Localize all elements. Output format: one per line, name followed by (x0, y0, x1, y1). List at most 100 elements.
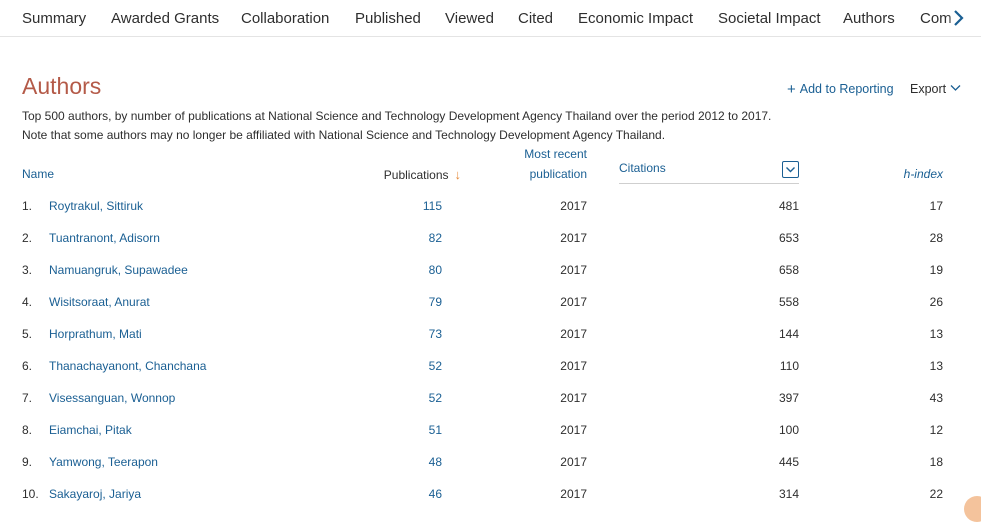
h-index-value: 28 (929, 231, 943, 245)
row-rank: 1. (22, 199, 33, 213)
citations-value: 144 (778, 327, 799, 341)
table-row: 3. Namuangruk, Supawadee 80 2017 658 19 (0, 263, 981, 295)
most-recent-year: 2017 (560, 263, 587, 277)
table-row: 7. Visessanguan, Wonnop 52 2017 397 43 (0, 391, 981, 423)
h-index-value: 43 (929, 391, 943, 405)
column-header-most-recent-line-2[interactable]: publication (530, 167, 587, 181)
tab-viewed[interactable]: Viewed (445, 10, 494, 28)
most-recent-year: 2017 (560, 455, 587, 469)
most-recent-year: 2017 (560, 295, 587, 309)
export-button[interactable]: Export (910, 81, 961, 97)
citations-value: 653 (778, 231, 799, 245)
table-row: 1. Roytrakul, Sittiruk 115 2017 481 17 (0, 199, 981, 231)
table-row: 6. Thanachayanont, Chanchana 52 2017 110… (0, 359, 981, 391)
chevron-down-icon (950, 82, 961, 96)
h-index-value: 18 (929, 455, 943, 469)
citations-value: 397 (778, 391, 799, 405)
citations-value: 481 (778, 199, 799, 213)
table-row: 9. Yamwong, Teerapon 48 2017 445 18 (0, 455, 981, 487)
row-rank: 4. (22, 295, 33, 309)
publications-count-link[interactable]: 51 (429, 423, 442, 437)
row-rank: 9. (22, 455, 33, 469)
tab-collaboration[interactable]: Collaboration (241, 10, 329, 28)
citations-value: 314 (778, 487, 799, 501)
author-name-link[interactable]: Yamwong, Teerapon (49, 455, 158, 469)
table-row: 10. Sakayaroj, Jariya 46 2017 314 22 (0, 487, 981, 519)
row-rank: 5. (22, 327, 33, 341)
h-index-value: 26 (929, 295, 943, 309)
h-index-value: 19 (929, 263, 943, 277)
row-rank: 7. (22, 391, 33, 405)
row-rank: 2. (22, 231, 33, 245)
author-name-link[interactable]: Roytrakul, Sittiruk (49, 199, 143, 213)
author-name-link[interactable]: Wisitsoraat, Anurat (49, 295, 150, 309)
table-row: 8. Eiamchai, Pitak 51 2017 100 12 (0, 423, 981, 455)
citations-value: 558 (778, 295, 799, 309)
publications-count-link[interactable]: 73 (429, 327, 442, 341)
h-index-value: 17 (929, 199, 943, 213)
column-header-h-index[interactable]: h-index (904, 167, 943, 181)
publications-count-link[interactable]: 46 (429, 487, 442, 501)
h-index-value: 13 (929, 359, 943, 373)
author-name-link[interactable]: Horprathum, Mati (49, 327, 142, 341)
page-title: Authors (22, 73, 102, 99)
row-rank: 6. (22, 359, 33, 373)
sort-descending-icon: ↓ (454, 167, 462, 182)
most-recent-year: 2017 (560, 423, 587, 437)
tab-summary[interactable]: Summary (22, 10, 86, 28)
author-name-link[interactable]: Thanachayanont, Chanchana (49, 359, 206, 373)
author-name-link[interactable]: Tuantranont, Adisorn (49, 231, 160, 245)
tab-published[interactable]: Published (355, 10, 421, 28)
column-header-name[interactable]: Name (22, 167, 54, 181)
publications-header-label: Publications (383, 168, 449, 182)
most-recent-year: 2017 (560, 487, 587, 501)
tab-authors[interactable]: Authors (843, 10, 895, 28)
table-row: 4. Wisitsoraat, Anurat 79 2017 558 26 (0, 295, 981, 327)
most-recent-year: 2017 (560, 391, 587, 405)
top-nav: Summary Awarded Grants Collaboration Pub… (0, 0, 981, 37)
description-line-1: Top 500 authors, by number of publicatio… (22, 109, 772, 123)
add-to-reporting-button[interactable]: + Add to Reporting (787, 81, 894, 98)
column-header-publications[interactable]: Publications ↓ (384, 167, 461, 182)
row-rank: 3. (22, 263, 33, 277)
plus-icon: + (787, 81, 796, 98)
h-index-value: 12 (929, 423, 943, 437)
publications-count-link[interactable]: 80 (429, 263, 442, 277)
citations-value: 445 (778, 455, 799, 469)
most-recent-year: 2017 (560, 199, 587, 213)
export-label: Export (910, 82, 947, 96)
h-index-value: 13 (929, 327, 943, 341)
most-recent-year: 2017 (560, 359, 587, 373)
chevron-down-icon (782, 161, 799, 178)
publications-count-link[interactable]: 52 (429, 359, 442, 373)
author-name-link[interactable]: Visessanguan, Wonnop (49, 391, 175, 405)
tab-awarded-grants[interactable]: Awarded Grants (111, 10, 219, 28)
most-recent-year: 2017 (560, 231, 587, 245)
citations-value: 110 (779, 359, 799, 373)
table-row: 2. Tuantranont, Adisorn 82 2017 653 28 (0, 231, 981, 263)
table-row: 5. Horprathum, Mati 73 2017 144 13 (0, 327, 981, 359)
row-rank: 10. (22, 487, 39, 501)
tab-economic-impact[interactable]: Economic Impact (578, 10, 693, 28)
description-line-2: Note that some authors may no longer be … (22, 128, 666, 142)
publications-count-link[interactable]: 52 (429, 391, 442, 405)
row-rank: 8. (22, 423, 33, 437)
tab-cited[interactable]: Cited (518, 10, 553, 28)
author-name-link[interactable]: Namuangruk, Supawadee (49, 263, 188, 277)
citations-metric-select[interactable]: Citations (619, 160, 799, 184)
publications-count-link[interactable]: 48 (429, 455, 442, 469)
column-header-most-recent-line-1[interactable]: Most recent (524, 147, 587, 161)
citations-select-label: Citations (619, 161, 666, 175)
publications-count-link[interactable]: 82 (429, 231, 442, 245)
add-to-reporting-label: Add to Reporting (799, 82, 894, 96)
publications-count-link[interactable]: 115 (423, 199, 442, 213)
author-name-link[interactable]: Sakayaroj, Jariya (49, 487, 141, 501)
publications-count-link[interactable]: 79 (429, 295, 442, 309)
tab-societal-impact[interactable]: Societal Impact (718, 10, 821, 28)
most-recent-year: 2017 (560, 327, 587, 341)
chevron-right-icon[interactable] (949, 9, 967, 27)
citations-value: 658 (778, 263, 799, 277)
h-index-value: 22 (929, 487, 943, 501)
citations-value: 100 (778, 423, 799, 437)
author-name-link[interactable]: Eiamchai, Pitak (49, 423, 132, 437)
